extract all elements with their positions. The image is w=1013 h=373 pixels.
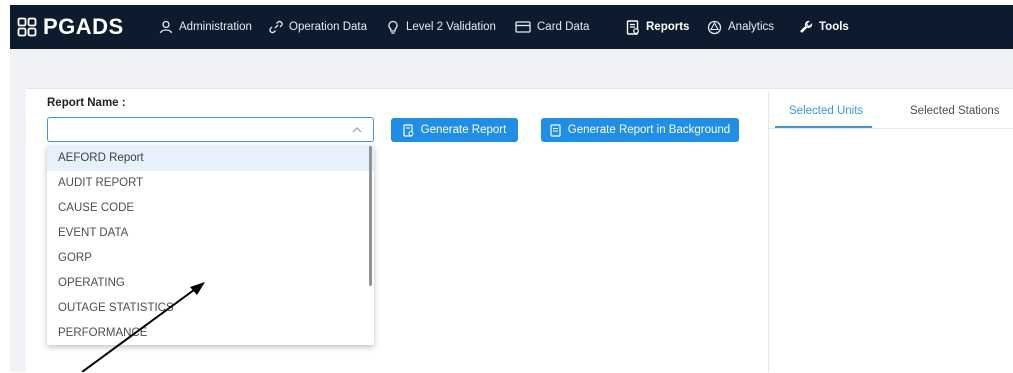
annotation-arrow-icon xyxy=(81,282,205,372)
